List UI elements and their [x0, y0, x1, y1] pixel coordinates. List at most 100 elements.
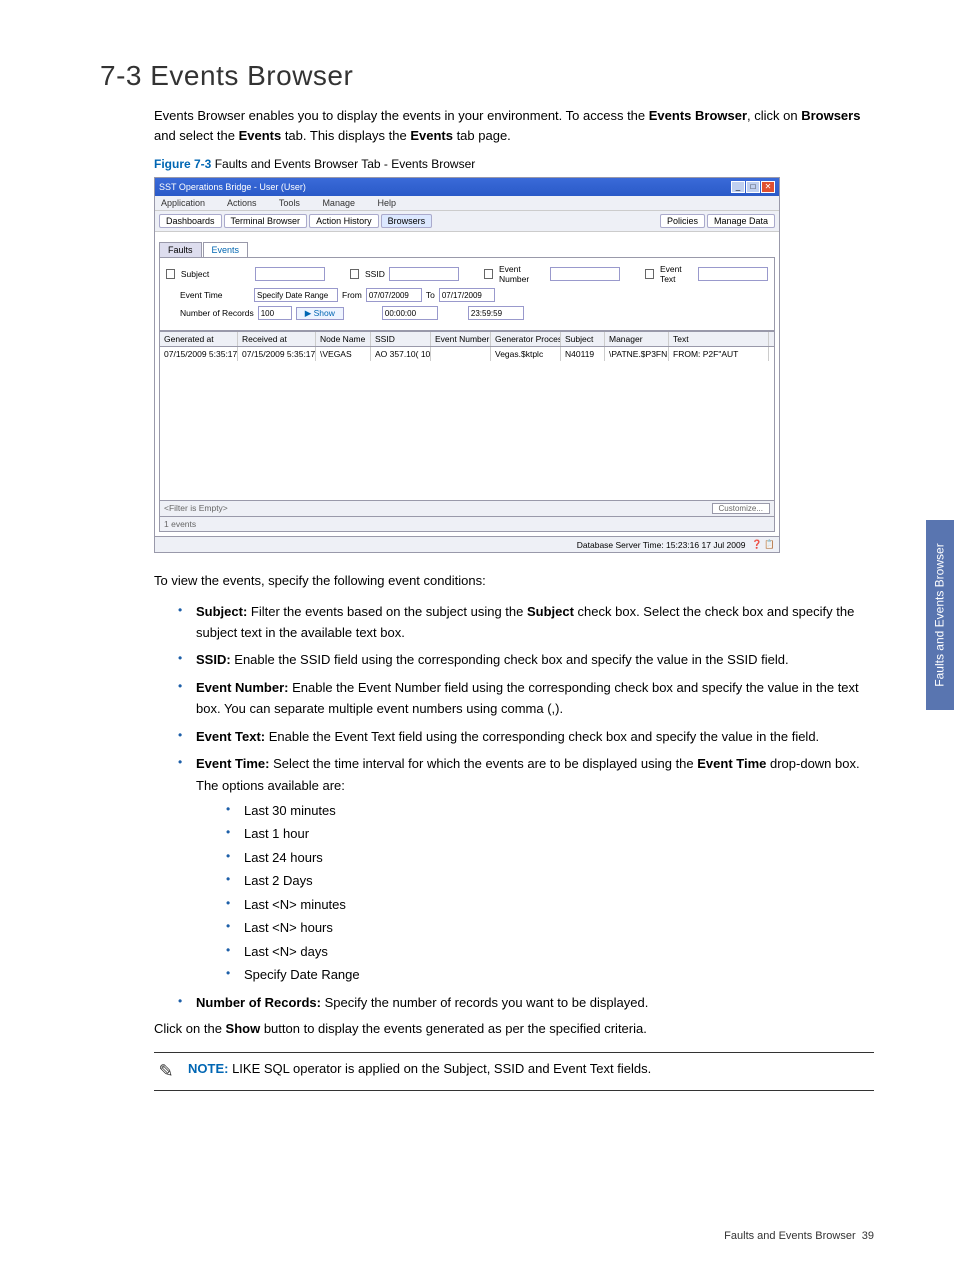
toolbar: Dashboards Terminal Browser Action Histo… — [155, 210, 779, 232]
list-item: Subject: Filter the events based on the … — [178, 601, 874, 644]
t: Filter the events based on the subject u… — [247, 604, 527, 619]
cell: \VEGAS — [316, 347, 371, 361]
browsers-button[interactable]: Browsers — [381, 214, 433, 228]
table-row[interactable]: 07/15/2009 5:35:17 AM 07/15/2009 5:35:17… — [159, 347, 775, 361]
sub-list: Last 30 minutes Last 1 hour Last 24 hour… — [226, 800, 874, 986]
ssid-checkbox[interactable] — [350, 269, 359, 279]
footer-text: Faults and Events Browser — [724, 1230, 855, 1242]
show-button[interactable]: ▶ Show — [296, 307, 344, 320]
screenshot-window: SST Operations Bridge - User (User) _□✕ … — [154, 177, 780, 553]
eventtime-select[interactable] — [254, 288, 338, 302]
figure-tag: Figure 7-3 — [154, 157, 211, 171]
list-item: Event Text: Enable the Event Text field … — [178, 726, 874, 747]
intro-bold: Events — [410, 128, 453, 143]
subject-checkbox[interactable] — [166, 269, 175, 279]
col-eventnum[interactable]: Event Number — [431, 332, 491, 346]
cell — [431, 347, 491, 361]
list-item: Number of Records: Specify the number of… — [178, 992, 874, 1013]
from-label: From — [342, 290, 362, 300]
t: Click on the — [154, 1021, 226, 1036]
menu-actions[interactable]: Actions — [227, 198, 267, 208]
section-heading: 7-3 Events Browser — [100, 60, 874, 92]
filter-status-line: <Filter is Empty> Customize... — [159, 501, 775, 517]
minimize-button[interactable]: _ — [731, 181, 745, 193]
b: Subject — [527, 604, 574, 619]
close-button[interactable]: ✕ — [761, 181, 775, 193]
t: Enable the Event Number field using the … — [196, 680, 859, 716]
menu-tools[interactable]: Tools — [279, 198, 310, 208]
col-received[interactable]: Received at — [238, 332, 316, 346]
numrecords-input[interactable] — [258, 306, 292, 320]
cell: FROM: P2F"AUT — [669, 347, 769, 361]
ssid-input[interactable] — [389, 267, 459, 281]
col-text[interactable]: Text — [669, 332, 769, 346]
page-number: 39 — [862, 1230, 874, 1242]
click-instruction: Click on the Show button to display the … — [154, 1019, 874, 1039]
b: Number of Records: — [196, 995, 321, 1010]
events-count: 1 events — [164, 519, 196, 529]
eventnumber-checkbox[interactable] — [484, 269, 493, 279]
intro-text: tab page. — [453, 128, 511, 143]
col-node[interactable]: Node Name — [316, 332, 371, 346]
window-controls: _□✕ — [730, 181, 775, 193]
terminal-button[interactable]: Terminal Browser — [224, 214, 308, 228]
cell: N40119 — [561, 347, 605, 361]
note-body: LIKE SQL operator is applied on the Subj… — [228, 1061, 651, 1076]
b: SSID: — [196, 652, 231, 667]
col-subject[interactable]: Subject — [561, 332, 605, 346]
col-ssid[interactable]: SSID — [371, 332, 431, 346]
from-time-input[interactable] — [382, 306, 438, 320]
cell: AO 357.10( 1001 — [371, 347, 431, 361]
note-text: NOTE: LIKE SQL operator is applied on th… — [188, 1061, 651, 1082]
tab-faults[interactable]: Faults — [159, 242, 202, 257]
subject-input[interactable] — [255, 267, 325, 281]
managedata-button[interactable]: Manage Data — [707, 214, 775, 228]
menu-manage[interactable]: Manage — [322, 198, 365, 208]
figure-caption: Figure 7-3 Faults and Events Browser Tab… — [154, 157, 874, 171]
events-count-line: 1 events — [159, 517, 775, 532]
policies-button[interactable]: Policies — [660, 214, 705, 228]
window-title: SST Operations Bridge - User (User) — [159, 182, 306, 192]
b: Event Text: — [196, 729, 265, 744]
title-bar: SST Operations Bridge - User (User) _□✕ — [155, 178, 779, 196]
customize-button[interactable]: Customize... — [712, 503, 770, 514]
from-date-input[interactable] — [366, 288, 422, 302]
figure-caption-text: Faults and Events Browser Tab - Events B… — [211, 157, 475, 171]
to-time-input[interactable] — [468, 306, 524, 320]
eventtext-checkbox[interactable] — [645, 269, 654, 279]
list-item: Event Number: Enable the Event Number fi… — [178, 677, 874, 720]
list-item: Last 24 hours — [226, 847, 874, 868]
dashboards-button[interactable]: Dashboards — [159, 214, 222, 228]
menu-bar: Application Actions Tools Manage Help — [155, 196, 779, 210]
cell: Vegas.$ktplc — [491, 347, 561, 361]
maximize-button[interactable]: □ — [746, 181, 760, 193]
server-time: Database Server Time: 15:23:16 17 Jul 20… — [577, 540, 746, 550]
cell: 07/15/2009 5:35:17 AM — [160, 347, 238, 361]
list-item: SSID: Enable the SSID field using the co… — [178, 649, 874, 670]
intro-bold: Browsers — [801, 108, 860, 123]
note-label: NOTE: — [188, 1061, 228, 1076]
col-genproc[interactable]: Generator Process — [491, 332, 561, 346]
eventtext-input[interactable] — [698, 267, 768, 281]
history-button[interactable]: Action History — [309, 214, 379, 228]
numrecords-label: Number of Records — [180, 308, 254, 318]
eventnumber-input[interactable] — [550, 267, 620, 281]
cell: \PATNE.$P3FN — [605, 347, 669, 361]
b: Event Time: — [196, 756, 269, 771]
col-generated[interactable]: Generated at — [160, 332, 238, 346]
menu-help[interactable]: Help — [377, 198, 406, 208]
list-item: Event Time: Select the time interval for… — [178, 753, 874, 985]
t: Select the time interval for which the e… — [269, 756, 697, 771]
tab-events[interactable]: Events — [203, 242, 249, 257]
filter-empty-text: <Filter is Empty> — [164, 503, 228, 514]
menu-application[interactable]: Application — [161, 198, 215, 208]
cell: 07/15/2009 5:35:17 AM — [238, 347, 316, 361]
filter-panel: Subject SSID Event Number Event Text Eve… — [159, 257, 775, 331]
t: Enable the SSID field using the correspo… — [231, 652, 789, 667]
subject-label: Subject — [181, 269, 251, 279]
eventtime-label: Event Time — [180, 290, 250, 300]
eventnumber-label: Event Number — [499, 264, 546, 284]
to-label: To — [426, 290, 435, 300]
to-date-input[interactable] — [439, 288, 495, 302]
col-manager[interactable]: Manager — [605, 332, 669, 346]
